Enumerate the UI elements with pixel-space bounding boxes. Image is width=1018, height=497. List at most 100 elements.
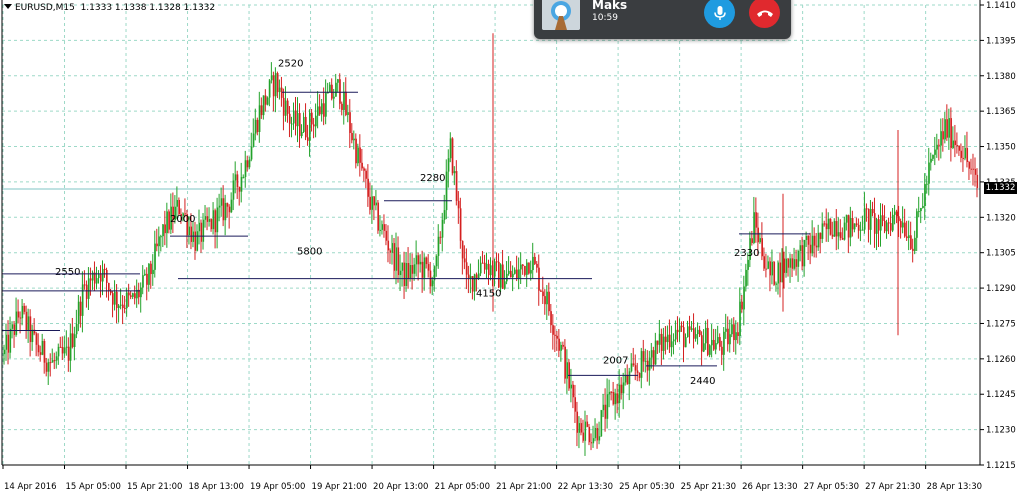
- candle-body: [564, 346, 566, 379]
- candle-body: [890, 223, 892, 231]
- candle-body: [777, 262, 780, 284]
- candle-body: [5, 334, 8, 350]
- candle-body: [31, 329, 34, 343]
- candle-body: [588, 426, 591, 443]
- candle-body: [873, 213, 876, 234]
- candle-body: [618, 384, 621, 404]
- candle-body: [920, 207, 922, 212]
- candle-body: [674, 329, 677, 340]
- candle-body: [936, 144, 938, 150]
- candle-body: [524, 266, 526, 275]
- candle-body: [970, 168, 973, 170]
- candle-body: [542, 291, 544, 297]
- candle-body: [942, 131, 944, 140]
- candle-body: [658, 333, 661, 345]
- candle-body: [481, 262, 484, 264]
- candle-body: [319, 106, 321, 115]
- candle-body: [805, 236, 808, 240]
- candle-body: [739, 301, 741, 336]
- candle-body: [896, 211, 898, 217]
- candle-body: [443, 210, 446, 220]
- candle-body: [188, 226, 191, 236]
- candle-body: [254, 119, 257, 134]
- candle-body: [803, 239, 806, 267]
- candle-body: [21, 305, 24, 319]
- candle-body: [900, 221, 902, 228]
- candle-body: [220, 198, 223, 206]
- candle-body: [640, 351, 643, 378]
- candle-body: [540, 290, 542, 292]
- candle-body: [108, 282, 110, 291]
- candle-body: [771, 261, 774, 276]
- candle-body: [918, 211, 920, 213]
- candle-body: [369, 196, 371, 210]
- candle-body: [437, 236, 440, 256]
- candle-body: [839, 232, 842, 239]
- candle-body: [447, 158, 450, 172]
- candle-body: [687, 326, 689, 338]
- candle-body: [256, 119, 259, 133]
- y-tick-label: 1.1215: [986, 461, 1016, 471]
- candle-body: [379, 229, 382, 231]
- candle-body: [47, 362, 50, 372]
- candle-body: [906, 236, 908, 239]
- candle-body: [419, 261, 422, 265]
- hang-up-button[interactable]: [749, 0, 780, 28]
- candle-body: [210, 219, 213, 230]
- symbol-label: EURUSD,M15: [15, 3, 75, 13]
- candle-body: [126, 292, 128, 309]
- candle-body: [284, 100, 287, 116]
- candle-body: [260, 105, 263, 116]
- candle-body: [307, 137, 309, 141]
- candle-body: [226, 203, 229, 207]
- candle-body: [875, 219, 878, 234]
- candle-body: [948, 118, 950, 138]
- candle-body: [250, 146, 253, 160]
- mute-button[interactable]: [704, 0, 735, 28]
- x-tick-label: 25 Apr 05:30: [619, 482, 674, 492]
- dropdown-triangle-icon[interactable]: [4, 4, 12, 9]
- candle-body: [3, 349, 6, 355]
- candle-body: [964, 148, 967, 159]
- candle-body: [532, 256, 534, 271]
- candle-body: [451, 138, 454, 174]
- call-notification: Maks 10:59: [534, 0, 791, 39]
- candle-body: [477, 273, 480, 279]
- x-tick-label: 15 Apr 21:00: [127, 482, 182, 492]
- candle-body: [616, 393, 619, 404]
- candle-body: [845, 215, 848, 223]
- candle-body: [606, 394, 609, 419]
- candle-body: [196, 231, 199, 251]
- candle-body: [194, 231, 197, 251]
- candle-body: [162, 224, 164, 237]
- candle-body: [958, 145, 961, 151]
- candle-body: [829, 218, 832, 235]
- candle-body: [146, 273, 148, 285]
- candle-body: [693, 328, 695, 339]
- candle-body: [908, 235, 910, 239]
- candle-body: [877, 219, 880, 231]
- price-chart[interactable]: 2550 2000 2520 2280 5800 4150 2007 2440 2330 1.1…: [0, 0, 1018, 497]
- x-tick-label: 26 Apr 13:30: [742, 482, 797, 492]
- candle-body: [705, 327, 707, 344]
- candle-body: [508, 270, 510, 274]
- candle-body: [610, 391, 613, 393]
- candle-body: [329, 84, 331, 93]
- candle-body: [212, 210, 215, 230]
- candle-body: [73, 334, 76, 348]
- phone-hangup-icon: [756, 10, 773, 17]
- y-tick-label: 1.1260: [986, 355, 1016, 365]
- candle-body: [512, 273, 514, 278]
- candle-body: [960, 150, 963, 158]
- candle-body: [15, 311, 18, 335]
- candle-body: [520, 264, 522, 270]
- candle-body: [445, 171, 448, 211]
- candle-body: [455, 171, 458, 201]
- level-label: 5800: [297, 247, 322, 258]
- candle-body: [435, 255, 438, 267]
- candle-body: [628, 371, 631, 385]
- candle-body: [391, 243, 394, 253]
- candle-body: [536, 263, 538, 268]
- x-tick-label: 14 Apr 2016: [4, 482, 57, 492]
- candle-body: [723, 331, 725, 355]
